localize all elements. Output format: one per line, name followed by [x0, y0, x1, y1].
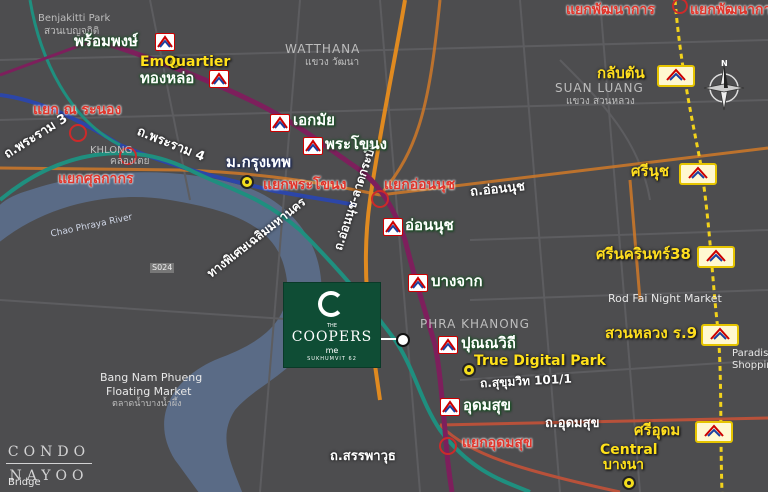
station-suan-luang-rama9-label: สวนหลวง ร.9: [605, 324, 698, 342]
junction-phatthanakan-2-label: แยกพัฒนาการ: [690, 2, 768, 18]
srt-train-icon: [383, 218, 403, 236]
junction-phra-khanong-label: แยกพระโขนง: [263, 177, 347, 193]
svg-text:N: N: [721, 59, 728, 68]
khlong-toei-th-label: คลองเตย: [110, 156, 150, 167]
floating-market-label: Floating Market: [106, 385, 192, 398]
srt-train-icon: [701, 324, 739, 346]
project-logo-name: COOPERS: [291, 329, 373, 345]
bangna-label: บางนา: [603, 457, 645, 473]
station-ekkamai-label: เอกมัย: [293, 111, 335, 129]
station-phra-khanong-label: พระโขนง: [325, 135, 387, 153]
project-location-marker: [396, 333, 410, 347]
station-on-nut-label: อ่อนนุช: [405, 216, 454, 234]
floating-market-th-label: ตลาดน้ำบางน้ำผึ้ง: [112, 399, 182, 409]
junction-udomsuk-label: แยกอุดมสุข: [462, 435, 533, 451]
sanphawut-road-label: ถ.สรรพาวุธ: [330, 449, 396, 464]
watthana-label: WATTHANA: [285, 42, 361, 56]
phra-khanong-area-label: PHRA KHANONG: [420, 317, 530, 331]
compass-rose-icon: N: [701, 58, 747, 114]
station-phrom-phong-label: พร้อมพงษ์: [74, 32, 138, 50]
station-bangkok-university-label: ม.กรุงเทพ: [226, 153, 291, 171]
station-thong-lo-label: ทองหล่อ: [140, 69, 195, 87]
watermark: CONDO NAYOO: [4, 440, 94, 490]
srt-train-icon: [408, 274, 428, 292]
road-shield-label: S024: [150, 263, 175, 273]
project-logo: THE COOPERS me SUKHUMVIT 62: [284, 283, 380, 367]
srt-train-icon: [438, 336, 458, 354]
paradise-label: Paradise: [732, 348, 768, 359]
watermark-line2: NAYOO: [9, 468, 89, 484]
watthana-th-label: แขวง วัฒนา: [305, 57, 360, 68]
emquartier-label: EmQuartier: [140, 54, 231, 70]
suan-luang-th-label: แขวง สวนหลวง: [566, 96, 635, 107]
junction-phatthanakan-label: แยกพัฒนาการ: [566, 2, 655, 18]
station-srinakarin-38-label: ศรีนครินทร์38: [596, 245, 691, 263]
srt-train-icon: [440, 398, 460, 416]
project-logo-suffix: me: [325, 346, 339, 355]
srt-train-icon: [679, 163, 717, 185]
benjakitti-park-label: Benjakitti Park: [38, 13, 111, 24]
junction-na-ranong-label: แยก ณ ระนอง: [33, 102, 122, 118]
srt-train-icon: [270, 114, 290, 132]
khlong-toei-label: KHLONG: [90, 145, 133, 156]
watermark-line1: CONDO: [7, 444, 91, 460]
station-si-udom-label: ศรีอุดม: [634, 421, 681, 439]
station-bang-chak-label: บางจาก: [431, 272, 483, 290]
srt-train-icon: [657, 65, 695, 87]
shopping-label: Shoppin: [732, 360, 768, 371]
srt-train-icon: [209, 70, 229, 88]
rod-fai-market-label: Rod Fai Night Market: [608, 292, 722, 305]
project-logo-tagline: SUKHUMVIT 62: [307, 356, 357, 362]
junction-on-nut-label: แยกอ่อนนุช: [384, 177, 456, 193]
srt-train-icon: [303, 137, 323, 155]
srt-train-icon: [155, 33, 175, 51]
central-label: Central: [600, 442, 658, 458]
mrt-station-pin-icon: [240, 175, 254, 189]
srt-train-icon: [695, 421, 733, 443]
udomsuk-road-label: ถ.อุดมสุข: [545, 416, 600, 431]
bang-nam-phueng-label: Bang Nam Phueng: [100, 371, 203, 384]
watermark-divider: [6, 463, 92, 464]
station-klaeng-tan-label: กลับตัน: [597, 64, 645, 82]
map-canvas: Benjakitti Park สวนเบญจกิติ KHLONG คลองเ…: [0, 0, 768, 492]
central-pin-icon: [622, 476, 636, 490]
project-logo-mark-icon: [318, 291, 344, 317]
junction-sukhaphiban-label: แยกศุลกากร: [58, 171, 134, 187]
suan-luang-label: SUAN LUANG: [555, 81, 644, 95]
true-digital-park-label: True Digital Park: [474, 353, 606, 369]
srt-train-icon: [697, 246, 735, 268]
station-punnawithi-label: ปุณณวิถี: [461, 334, 516, 352]
station-si-nut-label: ศรีนุช: [631, 162, 670, 180]
station-udomsuk-label: อุดมสุข: [463, 396, 512, 414]
